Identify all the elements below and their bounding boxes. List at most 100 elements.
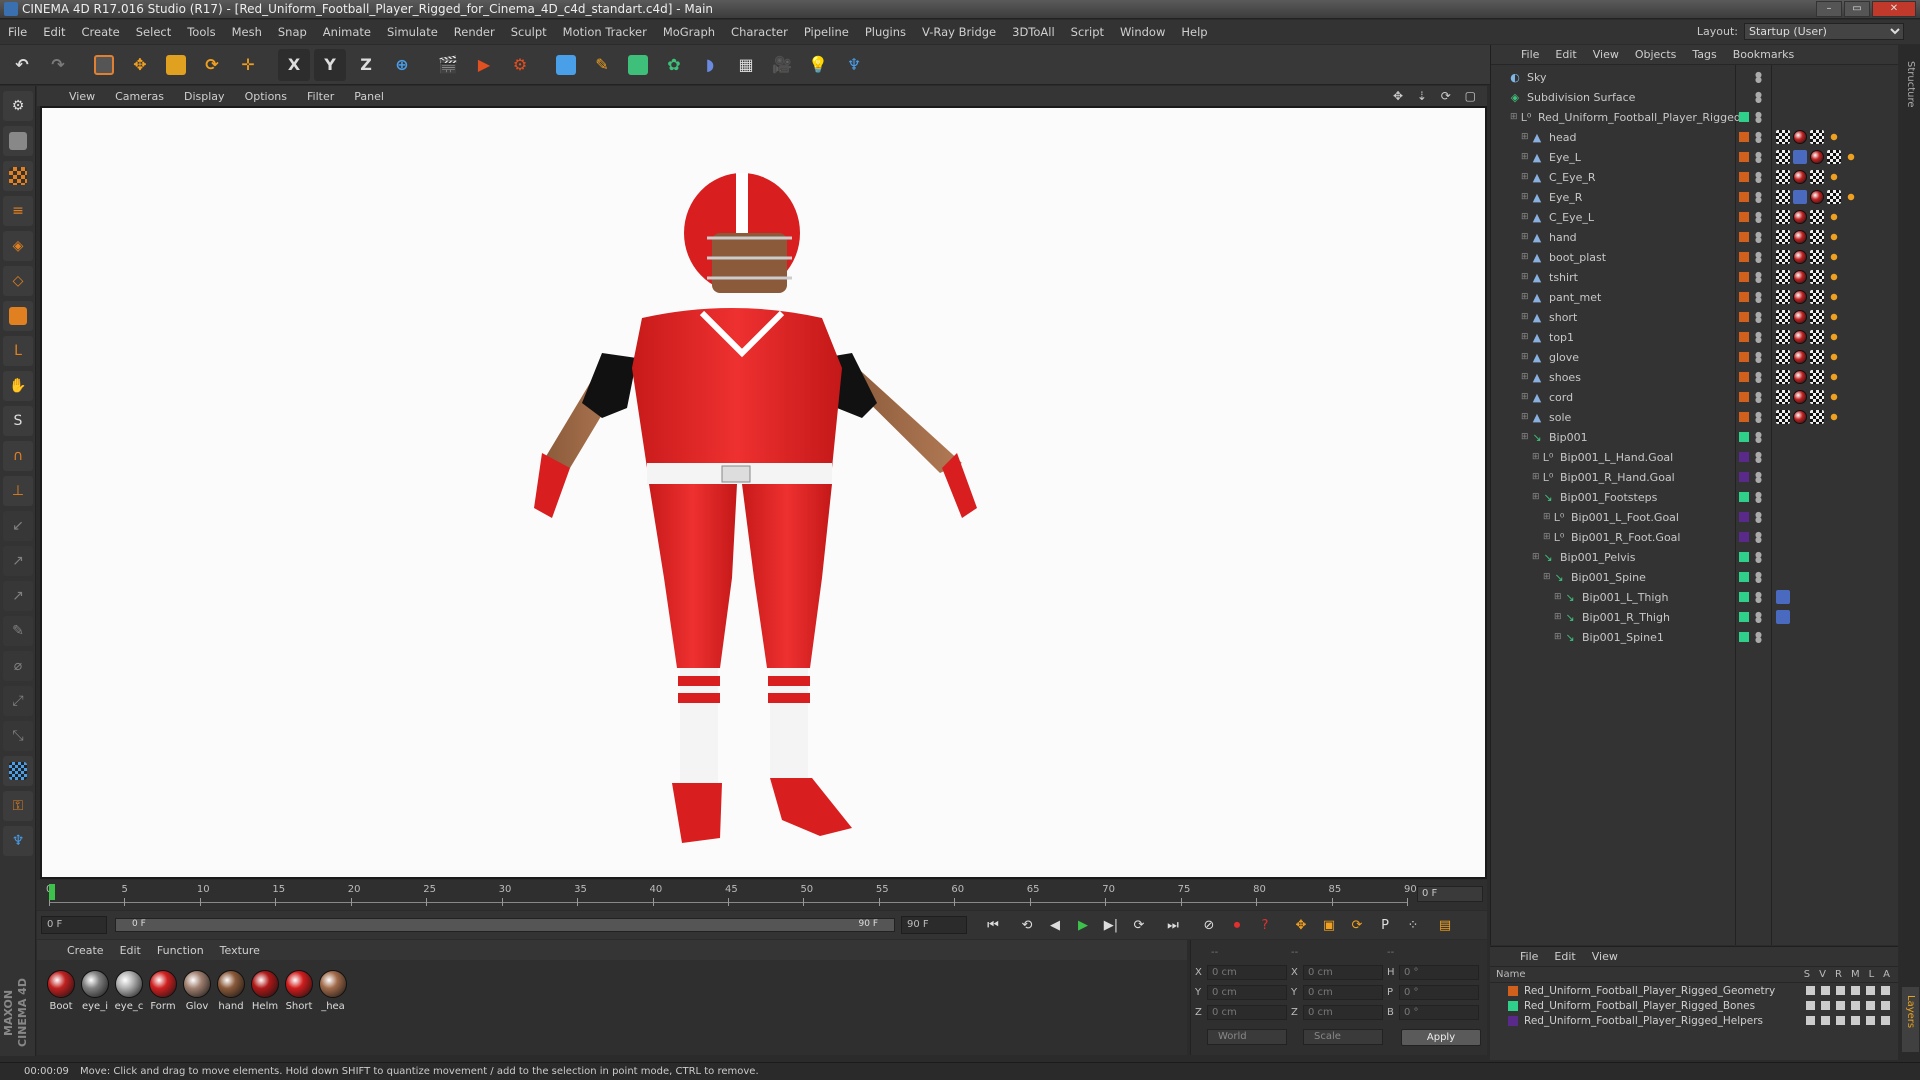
layer-color-swatch[interactable] xyxy=(1739,112,1749,122)
visibility-dots[interactable]: ● ● xyxy=(1755,551,1762,564)
tree-expander-icon[interactable]: ⊞ xyxy=(1521,292,1531,302)
texture-tag-icon[interactable] xyxy=(1776,370,1790,384)
material-swatch[interactable]: eye_i xyxy=(79,970,111,1012)
visibility-dots[interactable]: ● ● xyxy=(1755,391,1762,404)
tree-expander-icon[interactable]: ⊞ xyxy=(1543,572,1553,582)
current-frame-field[interactable]: 0 F xyxy=(1417,886,1483,902)
next-key-icon[interactable]: ⟳ xyxy=(1127,914,1151,936)
layer-row[interactable]: Red_Uniform_Football_Player_Rigged_Geome… xyxy=(1490,983,1898,998)
tree-expander-icon[interactable]: ⊞ xyxy=(1532,492,1542,502)
tree-expander-icon[interactable]: ⊞ xyxy=(1521,152,1531,162)
material-swatch[interactable]: Boot xyxy=(45,970,77,1012)
layer-toggle-icon[interactable] xyxy=(1851,986,1860,995)
layer-color-swatch[interactable] xyxy=(1739,392,1749,402)
layer-color-swatch[interactable] xyxy=(1739,412,1749,422)
phong-tag-icon[interactable] xyxy=(1827,410,1841,424)
tree-expander-icon[interactable]: ⊞ xyxy=(1521,372,1531,382)
phong-tag-icon[interactable] xyxy=(1827,230,1841,244)
layer-color-swatch[interactable] xyxy=(1739,492,1749,502)
layer-toggle-icon[interactable] xyxy=(1881,986,1890,995)
visibility-dots[interactable]: ● ● xyxy=(1755,471,1762,484)
visibility-dots[interactable]: ● ● xyxy=(1755,311,1762,324)
texture-tag-icon[interactable] xyxy=(1776,290,1790,304)
rotation-field[interactable]: 0 ° xyxy=(1399,1004,1479,1020)
tree-expander-icon[interactable]: ⊞ xyxy=(1532,552,1542,562)
pen-spline-icon[interactable]: ✎ xyxy=(586,49,618,81)
subdivision-generator-icon[interactable] xyxy=(622,49,654,81)
layer-menu-file[interactable]: File xyxy=(1512,950,1546,963)
tree-expander-icon[interactable]: ⊞ xyxy=(1521,212,1531,222)
coordinate-system-dropdown[interactable]: World xyxy=(1207,1029,1287,1045)
viewport-menu-filter[interactable]: Filter xyxy=(297,90,344,103)
go-to-end-icon[interactable]: ⏭ xyxy=(1161,914,1185,936)
texture-tag-icon[interactable] xyxy=(1776,350,1790,364)
phong-tag-icon[interactable] xyxy=(1844,150,1858,164)
object-menu-edit[interactable]: Edit xyxy=(1547,48,1584,61)
layer-row[interactable]: Red_Uniform_Football_Player_Rigged_Helpe… xyxy=(1490,1013,1898,1028)
texture-tag-icon[interactable] xyxy=(1776,150,1790,164)
layer-color-swatch[interactable] xyxy=(1739,232,1749,242)
render-settings-icon[interactable]: ⚙ xyxy=(504,49,536,81)
key-parameter-icon[interactable]: P xyxy=(1373,914,1397,936)
phong-tag-icon[interactable] xyxy=(1827,290,1841,304)
texture-tag-icon[interactable] xyxy=(1776,310,1790,324)
tree-expander-icon[interactable]: ⊞ xyxy=(1532,472,1542,482)
key-scale-icon[interactable]: ▣ xyxy=(1317,914,1341,936)
menu-simulate[interactable]: Simulate xyxy=(379,25,446,39)
material-swatch[interactable]: _hea xyxy=(317,970,349,1012)
visibility-dots[interactable]: ● ● xyxy=(1755,91,1762,104)
go-to-start-icon[interactable]: ⏮ xyxy=(981,914,1005,936)
playhead[interactable] xyxy=(49,884,55,900)
layer-toggle-icon[interactable] xyxy=(1836,986,1845,995)
object-row[interactable]: ⊞ ↘ Bip001_R_Thigh ● ● xyxy=(1491,607,1899,627)
start-frame-field[interactable]: 0 F xyxy=(41,916,107,934)
world-coordinates-icon[interactable]: ⊕ xyxy=(386,49,418,81)
uvw-tag-icon[interactable] xyxy=(1810,230,1824,244)
next-frame-icon[interactable]: ▶| xyxy=(1099,914,1123,936)
position-field[interactable]: 0 cm xyxy=(1207,984,1287,1000)
uvw-tag-icon[interactable] xyxy=(1810,390,1824,404)
material-tag-icon[interactable] xyxy=(1793,370,1807,384)
points-mode-icon[interactable]: ◈ xyxy=(3,231,33,261)
texture-tag-icon[interactable] xyxy=(1776,390,1790,404)
ik-tool-icon[interactable]: ↗ xyxy=(3,546,33,576)
object-menu-objects[interactable]: Objects xyxy=(1627,48,1685,61)
previous-frame-icon[interactable]: ◀ xyxy=(1043,914,1067,936)
uvw-tag-icon[interactable] xyxy=(1810,130,1824,144)
material-tag-icon[interactable] xyxy=(1793,390,1807,404)
layer-toggle-icon[interactable] xyxy=(1851,1001,1860,1010)
menu-script[interactable]: Script xyxy=(1063,25,1112,39)
layer-color-swatch[interactable] xyxy=(1739,512,1749,522)
z-axis-lock-button[interactable]: Z xyxy=(350,49,382,81)
range-slider[interactable]: 0 F 90 F xyxy=(115,918,895,932)
object-menu-view[interactable]: View xyxy=(1585,48,1627,61)
menu-plugins[interactable]: Plugins xyxy=(857,25,914,39)
visibility-dots[interactable]: ● ● xyxy=(1755,431,1762,444)
axis-mode-icon[interactable]: L xyxy=(3,336,33,366)
object-row[interactable]: ⊞ ▲ glove ● ● xyxy=(1491,347,1899,367)
object-row[interactable]: ⊞ ↘ Bip001_Spine ● ● xyxy=(1491,567,1899,587)
menu-render[interactable]: Render xyxy=(446,25,503,39)
layer-toggle-icon[interactable] xyxy=(1836,1016,1845,1025)
make-editable-icon[interactable]: ⚙ xyxy=(3,91,33,121)
y-axis-lock-button[interactable]: Y xyxy=(314,48,346,81)
layer-toggle-icon[interactable] xyxy=(1821,1016,1830,1025)
layer-color-swatch[interactable] xyxy=(1739,152,1749,162)
layer-menu-edit[interactable]: Edit xyxy=(1546,950,1583,963)
layer-color-swatch[interactable] xyxy=(1739,132,1749,142)
size-field[interactable]: 0 cm xyxy=(1303,1004,1383,1020)
tweak-mode-icon[interactable]: ✋ xyxy=(3,371,33,401)
layer-color-swatch[interactable] xyxy=(1508,985,1518,996)
layer-color-swatch[interactable] xyxy=(1739,632,1749,642)
timeline-ruler[interactable]: 051015202530354045505560657075808590 0 F xyxy=(37,880,1487,910)
scale-tool-icon[interactable] xyxy=(160,49,192,81)
object-row[interactable]: ⊞ ▲ Eye_R ● ● xyxy=(1491,187,1899,207)
material-tag-icon[interactable] xyxy=(1793,310,1807,324)
layer-color-swatch[interactable] xyxy=(1739,612,1749,622)
visibility-dots[interactable]: ● ● xyxy=(1755,411,1762,424)
object-row[interactable]: ⊞ L⁰ Bip001_L_Hand.Goal ● ● xyxy=(1491,447,1899,467)
menu-mograph[interactable]: MoGraph xyxy=(655,25,723,39)
maximize-button[interactable]: ▭ xyxy=(1844,1,1870,17)
object-row[interactable]: ◈ Subdivision Surface ● ● xyxy=(1491,87,1899,107)
key-position-icon[interactable]: ✥ xyxy=(1289,914,1313,936)
